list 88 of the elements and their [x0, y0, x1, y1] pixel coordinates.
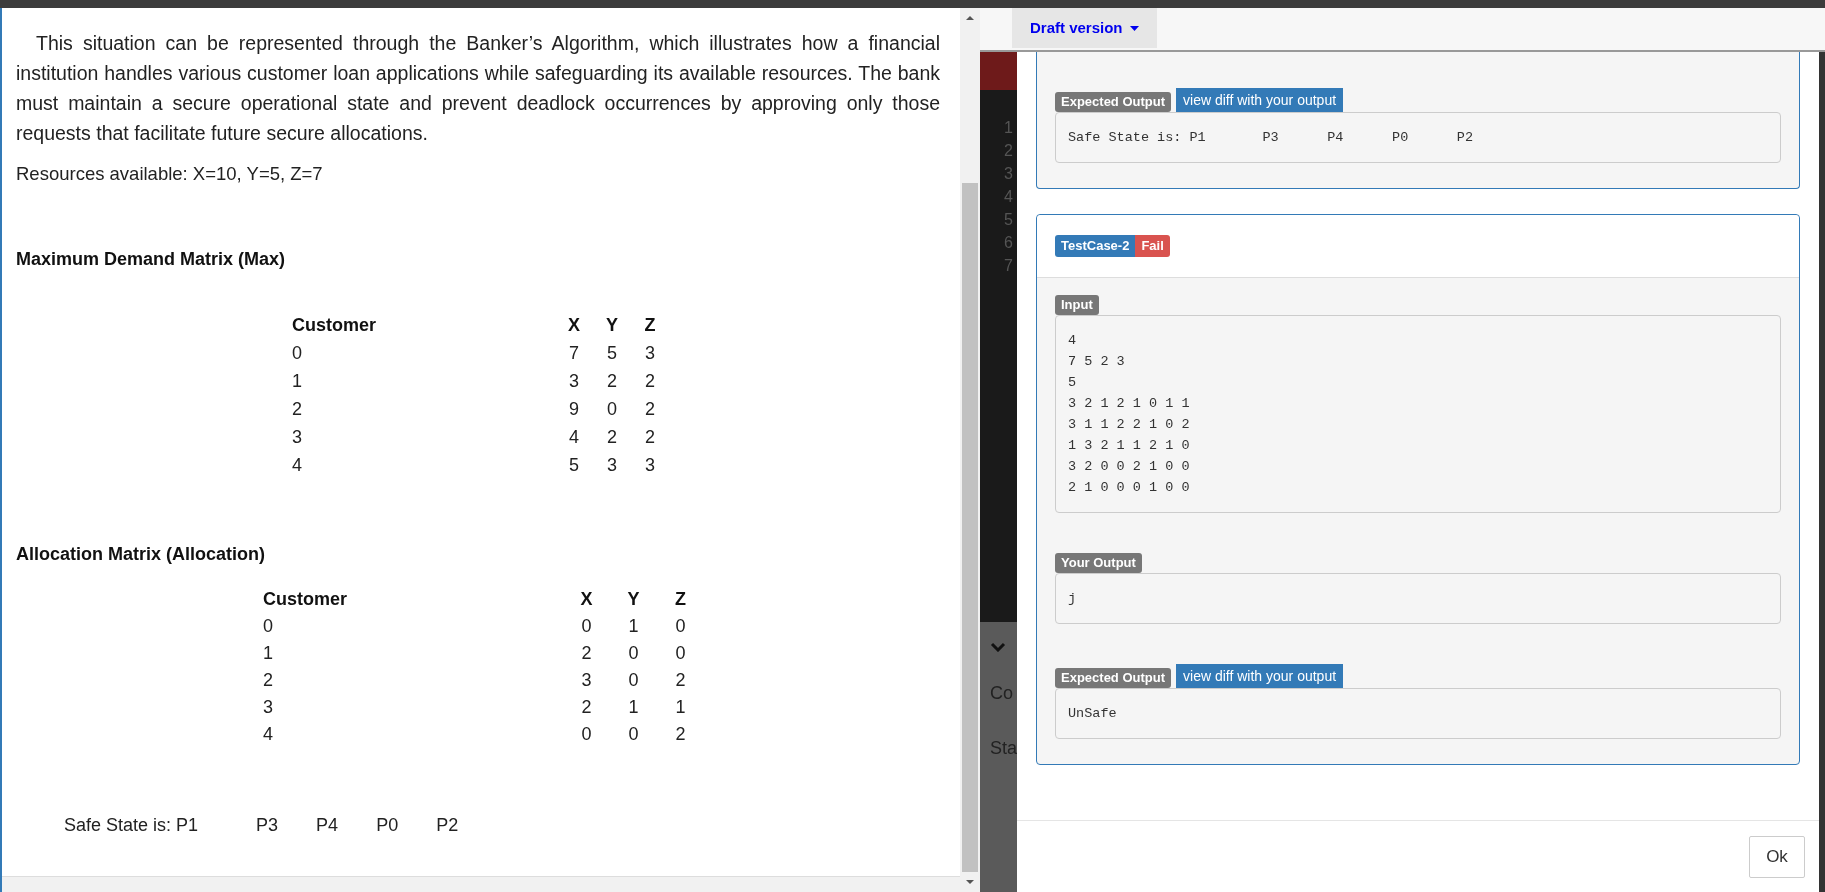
output-box: Safe State is: P1 P3 P4 P0 P2	[1055, 112, 1781, 163]
table-cell-text: 1	[674, 695, 687, 719]
table-cell-text: 3	[644, 453, 656, 477]
table-cell-text: 4	[263, 722, 274, 746]
table-cell-text: 5	[568, 453, 580, 477]
table-cell-text: 3	[644, 341, 656, 365]
scrollbar-thumb[interactable]	[962, 183, 978, 872]
editor-header-bar	[980, 52, 1017, 90]
table-cell-text: 0	[580, 614, 593, 638]
table-cell-text: 1	[627, 614, 640, 638]
table-cell-text: 3	[606, 453, 618, 477]
section-label: Your Output	[1055, 553, 1142, 573]
line-number: 6	[1004, 233, 1013, 253]
table-cell-text: 7	[568, 341, 580, 365]
scroll-down-icon[interactable]	[965, 877, 975, 887]
horizontal-scrollbar[interactable]	[2, 876, 960, 892]
safe-state-text: P3	[256, 813, 279, 837]
ok-button[interactable]: Ok	[1749, 835, 1805, 878]
output-box: UnSafe	[1055, 688, 1781, 739]
resources-text: Resources available: X=10, Y=5, Z=7	[16, 162, 324, 186]
safe-state-text: Safe State is: P1	[64, 813, 199, 837]
column-header: X	[579, 587, 594, 611]
line-number: 1	[1004, 118, 1013, 138]
column-header: Y	[626, 587, 641, 611]
table-cell-text: 0	[627, 668, 640, 692]
section-label: Input	[1055, 295, 1099, 315]
table-cell-text: 0	[674, 614, 687, 638]
safe-state-text: P4	[316, 813, 339, 837]
line-number: 3	[1004, 164, 1013, 184]
table-cell-text: 5	[606, 341, 618, 365]
column-header: Z	[643, 313, 657, 337]
view-diff-link[interactable]: view diff with your output	[1176, 664, 1344, 688]
table-cell-text: 0	[580, 722, 593, 746]
caret-icon	[1129, 25, 1139, 31]
safe-state-text: P0	[376, 813, 399, 837]
table-cell-text: 1	[263, 641, 274, 665]
table-cell-text: 4	[568, 425, 580, 449]
column-header: Customer	[263, 587, 348, 611]
table-cell-text: 0	[627, 641, 640, 665]
table-cell-text: 3	[568, 369, 580, 393]
line-number: 4	[1004, 187, 1013, 207]
table-cell-text: 0	[627, 722, 640, 746]
table-cell-text: 2	[580, 695, 593, 719]
table-cell-text: 9	[568, 397, 580, 421]
table-cell-text: 2	[606, 425, 618, 449]
table-cell-text: 3	[292, 425, 303, 449]
scroll-up-icon[interactable]	[965, 13, 975, 23]
table-cell-text: 2	[606, 369, 618, 393]
table-cell-text: 4	[292, 453, 303, 477]
table-cell-text: 0	[292, 341, 303, 365]
table-cell-text: 3	[580, 668, 593, 692]
panel-label: Sta	[990, 737, 1017, 760]
table-cell-text: 0	[263, 614, 274, 638]
table-cell-text: 2	[263, 668, 274, 692]
table-cell-text: 2	[644, 425, 656, 449]
output-box: j	[1055, 573, 1781, 624]
line-number: 2	[1004, 141, 1013, 161]
panel-label: Co	[990, 682, 1014, 705]
test-case-badge: TestCase-2	[1055, 235, 1136, 257]
table-cell-text: 2	[644, 397, 656, 421]
result-badge: Fail	[1135, 235, 1170, 257]
section-label: Expected Output	[1055, 668, 1171, 688]
column-header: Z	[674, 587, 687, 611]
table-cell-text: 2	[644, 369, 656, 393]
table-cell-text: 1	[627, 695, 640, 719]
line-number: 7	[1004, 256, 1013, 276]
vertical-scrollbar[interactable]	[960, 8, 980, 892]
version-dropdown[interactable]: Draft version	[1012, 8, 1157, 48]
chevron-down-icon[interactable]	[990, 642, 1006, 652]
safe-state-text: P2	[436, 813, 459, 837]
matrix-title: Allocation Matrix (Allocation)	[16, 542, 266, 566]
table-cell-text: 3	[263, 695, 274, 719]
table-cell-text: 1	[292, 369, 303, 393]
table-cell-text: 2	[674, 722, 687, 746]
table-cell-text: 0	[606, 397, 618, 421]
output-box: 4 7 5 2 3 5 3 2 1 2 1 0 1 1 3 1 1 2 2 1 0 2 1 3 2 1 1 2 1 0 3 2 0 0 2 1 0 0 2 1 0 0 0 1 0 0	[1055, 315, 1781, 513]
table-cell-text: 2	[674, 668, 687, 692]
view-diff-link[interactable]: view diff with your output	[1176, 88, 1344, 112]
table-cell-text: 2	[580, 641, 593, 665]
section-label: Expected Output	[1055, 92, 1171, 112]
column-header: X	[567, 313, 581, 337]
column-header: Y	[605, 313, 619, 337]
line-number: 5	[1004, 210, 1013, 230]
table-cell-text: 0	[674, 641, 687, 665]
table-cell-text: 2	[292, 397, 303, 421]
column-header: Customer	[292, 313, 377, 337]
problem-paragraph: This situation can be represented through the Banker’s Algorithm, which illustrates how a financial institution handles various customer loan applications while safeguarding its available resources. The bank must maintain a secure operational state and prevent deadlock occurrences by approving only those requests that facilitate future secure allocations.	[16, 31, 940, 146]
matrix-title: Maximum Demand Matrix (Max)	[16, 247, 287, 271]
